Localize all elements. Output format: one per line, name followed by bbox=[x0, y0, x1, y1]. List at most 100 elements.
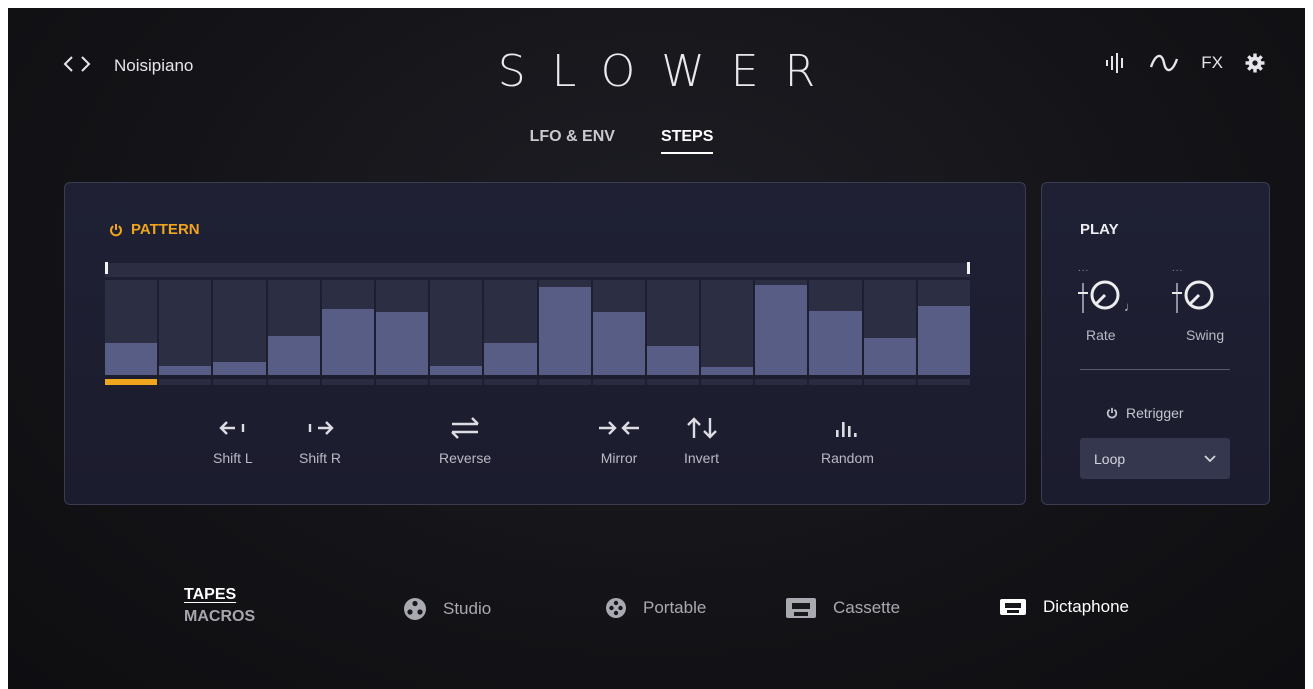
swing-label: Swing bbox=[1186, 327, 1225, 343]
tape-cassette[interactable]: Cassette bbox=[785, 597, 900, 619]
step-indicator bbox=[863, 379, 916, 385]
step-indicator bbox=[592, 379, 645, 385]
dictaphone-icon bbox=[1000, 599, 1026, 615]
step-indicator bbox=[321, 379, 374, 385]
retrigger-toggle[interactable]: Retrigger bbox=[1106, 405, 1184, 421]
rate-label: Rate bbox=[1086, 327, 1116, 343]
swing-range-marker bbox=[1172, 283, 1182, 313]
tape-dictaphone[interactable]: Dictaphone bbox=[999, 597, 1129, 617]
pattern-range-bar[interactable] bbox=[105, 262, 970, 277]
step-indicator bbox=[159, 379, 212, 385]
play-divider bbox=[1080, 369, 1230, 370]
mirror-icon bbox=[597, 416, 641, 444]
step-indicator bbox=[484, 379, 537, 385]
power-icon bbox=[110, 223, 122, 236]
swing-knob[interactable] bbox=[1182, 278, 1216, 312]
step-10[interactable] bbox=[592, 280, 645, 375]
tab-tapes[interactable]: TAPES bbox=[184, 584, 255, 606]
step-level-fill bbox=[809, 311, 862, 375]
step-9[interactable] bbox=[538, 280, 591, 375]
step-level-fill bbox=[646, 345, 700, 375]
invert-icon bbox=[686, 416, 718, 444]
tab-macros[interactable]: MACROS bbox=[184, 606, 255, 628]
step-indicator bbox=[267, 379, 320, 385]
step-indicator bbox=[430, 379, 483, 385]
main-tabs: LFO & ENV STEPS bbox=[8, 128, 1305, 154]
mirror-button[interactable]: Mirror bbox=[597, 416, 641, 466]
step-3[interactable] bbox=[213, 280, 266, 375]
step-indicator bbox=[538, 379, 591, 385]
step-5[interactable] bbox=[321, 280, 374, 375]
shift-left-icon bbox=[218, 416, 248, 444]
rate-range-marker bbox=[1078, 283, 1088, 313]
bottom-tabs: TAPES MACROS bbox=[184, 584, 255, 628]
top-toolbar: FX bbox=[1105, 52, 1265, 74]
tab-steps[interactable]: STEPS bbox=[660, 128, 714, 154]
step-6[interactable] bbox=[375, 280, 429, 375]
step-12[interactable] bbox=[701, 280, 754, 375]
power-icon bbox=[1106, 407, 1118, 419]
play-mode-select[interactable]: Loop bbox=[1080, 438, 1230, 479]
step-level-fill bbox=[375, 312, 429, 375]
step-indicator bbox=[213, 379, 266, 385]
step-level-fill bbox=[159, 365, 212, 375]
pattern-title: PATTERN bbox=[131, 221, 200, 238]
lfo-wave-icon[interactable] bbox=[1149, 53, 1179, 73]
pattern-panel: PATTERN Shift L Shift R Reverse Mirror I… bbox=[64, 182, 1026, 505]
step-level-fill bbox=[917, 305, 970, 375]
shift-right-icon bbox=[305, 416, 335, 444]
fx-button[interactable]: FX bbox=[1201, 53, 1223, 73]
step-7[interactable] bbox=[430, 280, 483, 375]
step-level-fill bbox=[755, 284, 808, 375]
step-level-fill bbox=[538, 286, 591, 375]
shift-right-button[interactable]: Shift R bbox=[299, 416, 341, 466]
range-end-handle[interactable] bbox=[967, 262, 970, 274]
random-icon bbox=[834, 416, 860, 444]
step-13[interactable] bbox=[755, 280, 808, 375]
tape-portable[interactable]: Portable bbox=[605, 597, 706, 619]
plugin-window: Noisipiano SLOWER FX LFO & ENV STEPS PAT… bbox=[8, 8, 1305, 689]
play-mode-value: Loop bbox=[1094, 450, 1126, 467]
step-11[interactable] bbox=[646, 280, 700, 375]
play-panel: PLAY ... ♩ Rate ... Swing Retrigger Loop bbox=[1041, 182, 1270, 505]
rate-knob-group: ... ♩ Rate bbox=[1078, 263, 1137, 343]
step-level-fill bbox=[213, 361, 266, 375]
rate-knob[interactable] bbox=[1088, 278, 1122, 312]
step-level-fill bbox=[321, 308, 374, 375]
reverse-button[interactable]: Reverse bbox=[439, 416, 491, 466]
step-indicator bbox=[646, 379, 700, 385]
step-14[interactable] bbox=[809, 280, 862, 375]
invert-button[interactable]: Invert bbox=[684, 416, 719, 466]
pattern-toggle[interactable]: PATTERN bbox=[109, 221, 200, 238]
range-start-handle[interactable] bbox=[105, 262, 108, 274]
shift-left-button[interactable]: Shift L bbox=[213, 416, 253, 466]
step-position-track bbox=[105, 379, 970, 385]
step-4[interactable] bbox=[267, 280, 320, 375]
step-indicator bbox=[917, 379, 970, 385]
tab-lfo-env[interactable]: LFO & ENV bbox=[530, 128, 615, 154]
cassette-icon bbox=[786, 598, 816, 618]
step-level-fill bbox=[863, 337, 916, 375]
step-indicator bbox=[755, 379, 808, 385]
step-2[interactable] bbox=[159, 280, 212, 375]
step-8[interactable] bbox=[484, 280, 537, 375]
tape-studio[interactable]: Studio bbox=[403, 597, 491, 621]
random-button[interactable]: Random bbox=[821, 416, 874, 466]
step-indicator bbox=[701, 379, 754, 385]
step-level-fill bbox=[484, 342, 537, 375]
step-level-fill bbox=[592, 312, 645, 375]
step-level-fill bbox=[430, 365, 483, 375]
reverse-icon bbox=[448, 416, 482, 444]
gear-icon[interactable] bbox=[1245, 53, 1265, 73]
levels-icon[interactable] bbox=[1105, 52, 1127, 74]
step-indicator bbox=[809, 379, 862, 385]
step-15[interactable] bbox=[863, 280, 916, 375]
step-16[interactable] bbox=[917, 280, 970, 375]
swing-knob-group: ... Swing bbox=[1172, 263, 1225, 343]
reel-icon bbox=[404, 598, 426, 620]
step-1[interactable] bbox=[105, 280, 158, 375]
step-indicator bbox=[105, 379, 158, 385]
note-icon: ♩ bbox=[1124, 299, 1137, 314]
small-reel-icon bbox=[606, 598, 626, 618]
chevron-down-icon bbox=[1204, 454, 1216, 462]
